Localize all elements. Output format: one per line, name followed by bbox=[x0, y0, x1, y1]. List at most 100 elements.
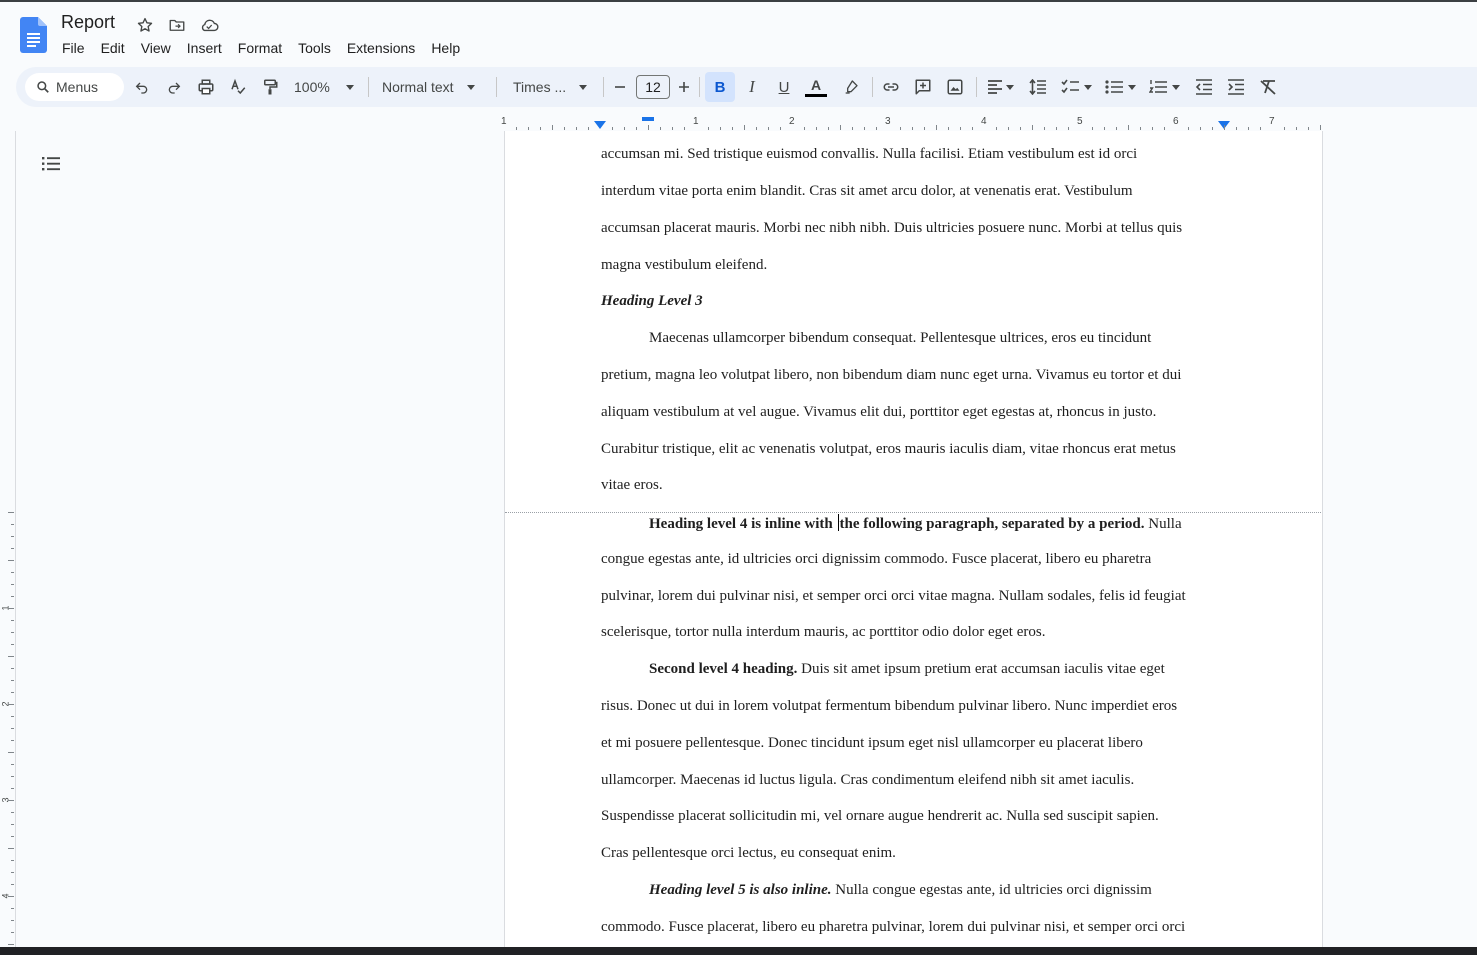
cloud-status-icon[interactable] bbox=[198, 14, 220, 36]
ruler-tick bbox=[1236, 127, 1237, 130]
ruler-tick bbox=[756, 127, 757, 130]
page-break bbox=[505, 512, 1321, 513]
increase-indent-button[interactable] bbox=[1222, 67, 1250, 107]
paragraph-style-dropdown[interactable]: Normal text bbox=[378, 67, 488, 107]
left-indent-marker-icon[interactable] bbox=[594, 121, 606, 129]
menu-help[interactable]: Help bbox=[423, 38, 468, 58]
menu-tools[interactable]: Tools bbox=[290, 38, 339, 58]
document-line[interactable]: Heading level 5 is also inline. Nulla co… bbox=[649, 882, 1152, 899]
increase-font-size-button[interactable] bbox=[674, 67, 694, 107]
font-size-input[interactable]: 12 bbox=[636, 75, 670, 99]
body-text: commodo. Fusce placerat, libero eu phare… bbox=[601, 919, 1186, 935]
document-outline-icon[interactable] bbox=[41, 155, 61, 173]
bulleted-list-dropdown[interactable] bbox=[1100, 67, 1140, 107]
bold-button[interactable]: B bbox=[705, 67, 735, 107]
ruler-tick bbox=[552, 125, 553, 130]
decrease-indent-button[interactable] bbox=[1190, 67, 1218, 107]
undo-button[interactable] bbox=[130, 67, 154, 107]
document-line[interactable]: aliquam vestibulum at vel augue. Vivamus… bbox=[601, 404, 1156, 421]
redo-button[interactable] bbox=[162, 67, 186, 107]
vertical-ruler-tick bbox=[11, 716, 14, 717]
star-icon[interactable] bbox=[134, 14, 156, 36]
ruler-tick bbox=[1032, 125, 1033, 130]
document-line[interactable]: ullamcorper. Maecenas id luctus ligula. … bbox=[601, 772, 1134, 789]
menu-view[interactable]: View bbox=[133, 38, 179, 58]
zoom-dropdown[interactable]: 100% bbox=[290, 67, 360, 107]
document-line[interactable]: scelerisque, tortor nulla interdum mauri… bbox=[601, 624, 1045, 641]
document-line[interactable]: Heading Level 3 bbox=[601, 293, 703, 310]
document-title[interactable]: Report bbox=[61, 12, 115, 33]
align-dropdown[interactable] bbox=[982, 67, 1018, 107]
document-line[interactable]: accumsan placerat mauris. Morbi nec nibh… bbox=[601, 220, 1182, 237]
body-text: accumsan placerat mauris. Morbi nec nibh… bbox=[601, 220, 1183, 236]
print-icon bbox=[198, 79, 214, 95]
vertical-ruler[interactable]: 1 2 3 4 bbox=[1, 512, 16, 947]
menu-insert[interactable]: Insert bbox=[179, 38, 230, 58]
first-line-indent-marker[interactable] bbox=[642, 117, 654, 121]
vertical-ruler-tick bbox=[11, 836, 14, 837]
ruler-tick bbox=[768, 127, 769, 130]
underline-button[interactable]: U bbox=[769, 67, 799, 107]
image-icon bbox=[947, 79, 963, 95]
document-line[interactable]: risus. Donec ut dui in lorem volutpat fe… bbox=[601, 698, 1177, 715]
document-line[interactable]: Second level 4 heading. Duis sit amet ip… bbox=[649, 661, 1165, 678]
numbered-list-icon bbox=[1148, 80, 1167, 93]
document-line[interactable]: pulvinar, lorem dui pulvinar nisi, et se… bbox=[601, 588, 1186, 605]
ruler-tick bbox=[1188, 127, 1189, 130]
line-spacing-button[interactable] bbox=[1024, 67, 1052, 107]
document-line[interactable]: accumsan mi. Sed tristique euismod conva… bbox=[601, 146, 1137, 163]
ruler-tick bbox=[1152, 127, 1153, 130]
menus-search-box[interactable]: Menus bbox=[25, 73, 124, 101]
menu-extensions[interactable]: Extensions bbox=[339, 38, 423, 58]
docs-logo-icon[interactable] bbox=[20, 17, 47, 53]
document-line[interactable]: congue egestas ante, id ultricies orci d… bbox=[601, 551, 1151, 568]
ruler-tick bbox=[1248, 127, 1249, 130]
window-border bbox=[0, 0, 1477, 2]
document-line[interactable]: magna vestibulum eleifend. bbox=[601, 257, 767, 274]
vertical-ruler-tick bbox=[11, 824, 14, 825]
decrease-font-size-button[interactable] bbox=[610, 67, 630, 107]
checklist-dropdown[interactable] bbox=[1056, 67, 1096, 107]
clear-formatting-button[interactable] bbox=[1254, 67, 1282, 107]
document-line[interactable]: et mi posuere pellentesque. Donec tincid… bbox=[601, 735, 1143, 752]
document-line[interactable]: interdum vitae porta enim blandit. Cras … bbox=[601, 183, 1132, 200]
title-actions bbox=[134, 14, 220, 36]
document-line[interactable]: Maecenas ullamcorper bibendum consequat.… bbox=[649, 330, 1151, 347]
vertical-ruler-tick bbox=[11, 548, 14, 549]
print-button[interactable] bbox=[194, 67, 218, 107]
document-line[interactable]: pretium, magna leo volutpat libero, non … bbox=[601, 367, 1181, 384]
chevron-down-icon bbox=[1083, 84, 1092, 90]
document-line[interactable]: commodo. Fusce placerat, libero eu phare… bbox=[601, 919, 1185, 936]
document-line[interactable]: Heading level 4 is inline with the follo… bbox=[649, 514, 1182, 533]
insert-link-button[interactable] bbox=[877, 67, 905, 107]
ruler-tick bbox=[1308, 127, 1309, 130]
vertical-ruler-tick bbox=[11, 764, 14, 765]
zoom-value: 100% bbox=[294, 79, 330, 95]
paint-format-button[interactable] bbox=[258, 67, 282, 107]
document-line[interactable]: Cras pellentesque orci lectus, eu conseq… bbox=[601, 845, 896, 862]
italic-button[interactable]: I bbox=[737, 67, 767, 107]
horizontal-ruler[interactable]: 1 1 2 3 4 5 6 7 bbox=[501, 116, 1321, 132]
move-folder-icon[interactable] bbox=[166, 14, 188, 36]
ruler-tick bbox=[960, 127, 961, 130]
add-comment-button[interactable] bbox=[909, 67, 937, 107]
numbered-list-dropdown[interactable] bbox=[1144, 67, 1184, 107]
ruler-tick bbox=[780, 127, 781, 130]
menu-bar: File Edit View Insert Format Tools Exten… bbox=[54, 38, 468, 58]
menu-file[interactable]: File bbox=[54, 38, 93, 58]
vertical-ruler-tick bbox=[11, 860, 14, 861]
menu-format[interactable]: Format bbox=[230, 38, 290, 58]
document-line[interactable]: vitae eros. bbox=[601, 477, 663, 494]
highlight-color-button[interactable] bbox=[836, 67, 866, 107]
text-color-button[interactable]: A bbox=[801, 67, 831, 107]
vertical-ruler-tick bbox=[11, 884, 14, 885]
insert-image-button[interactable] bbox=[941, 67, 969, 107]
font-family-dropdown[interactable]: Times ... bbox=[508, 67, 598, 107]
ruler-tick bbox=[1008, 127, 1009, 130]
spellcheck-button[interactable] bbox=[226, 67, 250, 107]
vertical-ruler-tick bbox=[11, 872, 14, 873]
document-line[interactable]: Curabitur tristique, elit ac venenatis v… bbox=[601, 441, 1176, 458]
document-line[interactable]: Suspendisse placerat sollicitudin mi, ve… bbox=[601, 808, 1159, 825]
menu-edit[interactable]: Edit bbox=[93, 38, 133, 58]
title-bar: Report File Edit View Insert Format Tool… bbox=[0, 0, 1477, 64]
